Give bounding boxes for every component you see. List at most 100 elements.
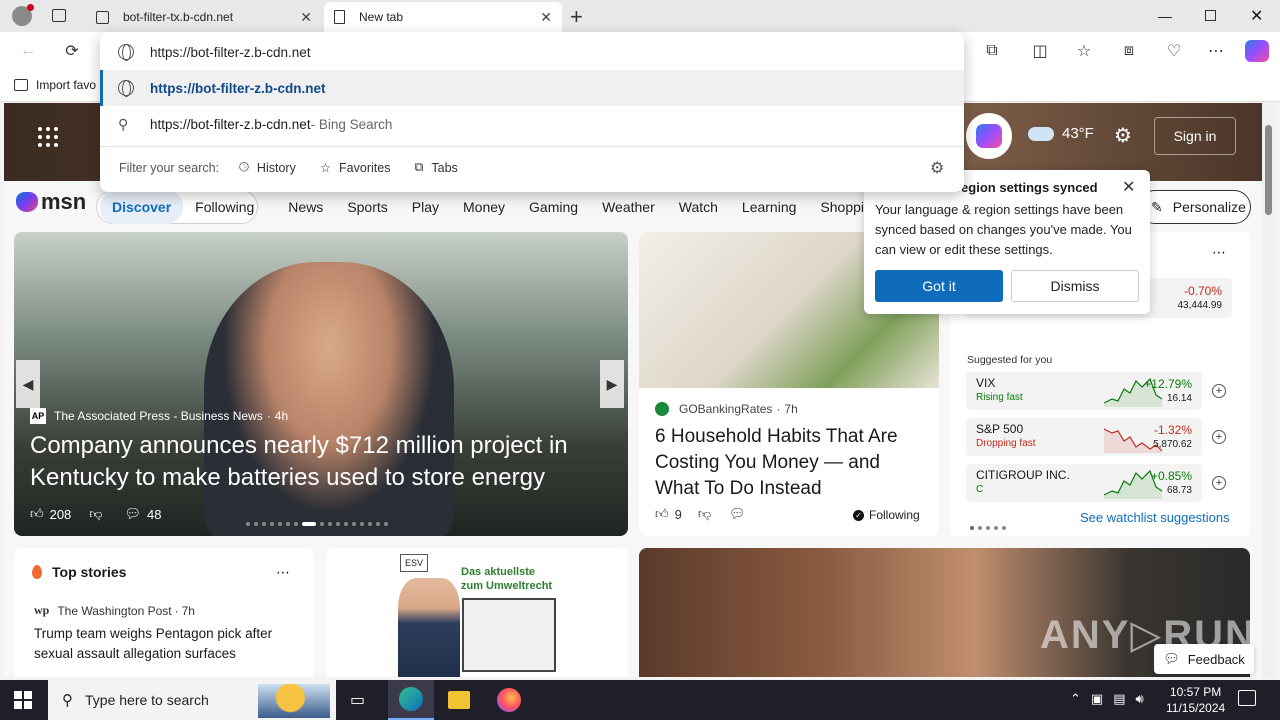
nav-item-weather[interactable]: Weather [590,190,667,224]
file-explorer-icon[interactable] [448,691,470,709]
dismiss-button[interactable]: Dismiss [1011,270,1139,302]
nav-item-following[interactable]: Following [183,190,266,224]
butterfly-icon [16,192,38,212]
scrollbar[interactable] [1262,103,1276,677]
taskbar-search-box[interactable]: ⚲ Type here to search [48,680,336,720]
nav-bar: Discover Following News Sports Play Money Gami… [100,190,892,224]
taskbar: ⚲ Type here to search ▭ ⌃ ▣ ▤ 🔊︎ 10:57 P… [0,680,1280,720]
close-window-icon[interactable]: ✕ [1250,6,1263,26]
copilot-icon[interactable] [1245,40,1269,62]
got-it-button[interactable]: Got it [875,270,1003,302]
ad-card[interactable]: ESV Das aktuellste zum Umweltrecht [326,548,628,677]
stock-row[interactable]: CITIGROUP INC. C +0.85% 68.73 [966,464,1202,502]
carousel-dots[interactable] [244,514,390,529]
system-tray[interactable]: ⌃ ▣ ▤ 🔊︎ [1070,691,1144,707]
personalize-button[interactable]: ✎ Personalize [1138,190,1251,224]
back-icon[interactable]: ← [14,37,42,65]
nav-item-discover[interactable]: Discover [100,190,184,224]
nav-item-sports[interactable]: Sports [335,190,399,224]
carousel-next-button[interactable]: ▶ [600,360,624,408]
stock-row[interactable]: S&P 500 Dropping fast -1.32% 5,870.62 [966,418,1202,456]
story-headline[interactable]: Trump team weighs Pentagon pick after se… [34,624,296,664]
feedback-button[interactable]: 💬︎ Feedback [1154,644,1254,674]
comment-icon[interactable]: 💬︎ [729,506,746,522]
nav-item-play[interactable]: Play [400,190,451,224]
more-options-icon[interactable]: ⋯ [1212,244,1226,261]
clock[interactable]: 10:57 PM 11/15/2024 [1166,684,1225,716]
story-source[interactable]: wp The Washington Post · 7h [34,603,195,618]
profile-icon[interactable] [12,4,34,26]
more-icon[interactable]: ⋯ [1202,37,1230,65]
filter-history[interactable]: 🕓︎ History [239,160,296,175]
scrollbar-thumb[interactable] [1265,125,1272,215]
nav-item-news[interactable]: News [276,190,335,224]
task-view-icon[interactable]: ▭ [350,690,365,710]
article-reactions: 👍︎ 9 👎︎ 💬︎ [655,506,746,522]
network-icon[interactable]: ▣ [1091,691,1103,707]
edge-taskbar-icon[interactable] [388,680,434,720]
url-suggestion[interactable]: https://bot-filter-z.b-cdn.net [100,70,964,106]
tab-bot-filter[interactable]: bot-filter-tx.b-cdn.net ✕ [86,2,322,32]
dislike-icon[interactable]: 👎︎ [89,506,102,522]
page-icon [334,10,345,24]
article-source[interactable]: GOBankingRates · 7h [655,402,798,416]
stock-row[interactable]: VIX Rising fast +12.79% 16.14 [966,372,1202,410]
filter-favorites[interactable]: ☆ Favorites [320,160,391,176]
hero-source[interactable]: AP The Associated Press - Business News … [30,408,288,424]
stock-value: 16.14 [1166,393,1192,404]
tab-actions-icon[interactable] [52,9,66,22]
collections-icon[interactable]: ⧈ [1115,37,1143,65]
add-to-watchlist-icon[interactable]: + [1212,384,1226,398]
copilot-button[interactable] [966,113,1012,159]
chevron-up-icon[interactable]: ⌃ [1070,691,1081,707]
firefox-icon[interactable] [497,688,521,712]
nav-item-money[interactable]: Money [451,190,517,224]
volume-icon[interactable]: 🔊︎ [1136,691,1144,707]
wifi-icon[interactable]: ▤ [1113,691,1125,707]
search-suggestion[interactable]: ⚲ https://bot-filter-z.b-cdn.net - Bing … [100,106,964,142]
minimize-icon[interactable]: — [1158,8,1172,24]
like-icon[interactable]: 👍︎ [30,506,44,522]
split-screen-icon[interactable]: ◫ [1026,37,1054,65]
see-watchlist-link[interactable]: See watchlist suggestions [1080,510,1230,525]
weather-widget[interactable]: 43°F [1028,125,1094,142]
close-icon[interactable]: ✕ [540,9,552,26]
nav-item-watch[interactable]: Watch [667,190,730,224]
nav-item-gaming[interactable]: Gaming [517,190,590,224]
close-icon[interactable]: ✕ [300,9,312,26]
notifications-icon[interactable] [1238,690,1256,706]
flame-icon [32,565,42,579]
article-headline[interactable]: 6 Household Habits That Are Costing You … [655,424,927,502]
settings-gear-icon[interactable]: ⚙ [1114,123,1132,148]
apps-launcher-icon[interactable] [38,127,58,147]
comment-icon[interactable]: 💬︎ [125,506,142,522]
add-to-watchlist-icon[interactable]: + [1212,430,1226,444]
extensions-icon[interactable]: ⧉ [978,37,1006,65]
browser-essentials-icon[interactable]: ♡ [1160,37,1188,65]
tab-new-tab[interactable]: New tab ✕ [324,2,562,32]
favorites-icon[interactable]: ☆ [1070,37,1098,65]
like-icon[interactable]: 👍︎ [655,506,669,522]
hero-card[interactable]: ◀ ▶ AP The Associated Press - Business N… [14,232,628,536]
sign-in-button[interactable]: Sign in [1154,117,1236,155]
address-input-row[interactable]: https://bot-filter-z.b-cdn.net [100,34,964,70]
more-options-icon[interactable]: ⋯ [276,564,290,581]
restore-icon[interactable] [1205,10,1216,21]
nav-item-learning[interactable]: Learning [730,190,809,224]
dislike-icon[interactable]: 👎︎ [698,506,711,522]
windows-start-icon[interactable] [14,691,32,709]
hero-headline[interactable]: Company announces nearly $712 million pr… [30,430,610,494]
carousel-prev-button[interactable]: ◀ [16,360,40,408]
close-icon[interactable]: ✕ [1122,177,1135,197]
watchlist-pager[interactable] [968,518,1008,533]
import-favorites[interactable]: Import favo [14,78,96,92]
suggested-label: Suggested for you [967,354,1053,366]
new-tab-icon[interactable]: + [570,4,583,30]
refresh-icon[interactable]: ⟳ [58,37,86,65]
filter-tabs[interactable]: ⧉ Tabs [414,160,457,175]
msn-logo[interactable]: msn [16,189,86,215]
add-to-watchlist-icon[interactable]: + [1212,476,1226,490]
address-input[interactable]: https://bot-filter-z.b-cdn.net [150,45,311,60]
settings-gear-icon[interactable]: ⚙ [930,158,944,178]
following-badge[interactable]: ✓ Following [853,508,920,522]
